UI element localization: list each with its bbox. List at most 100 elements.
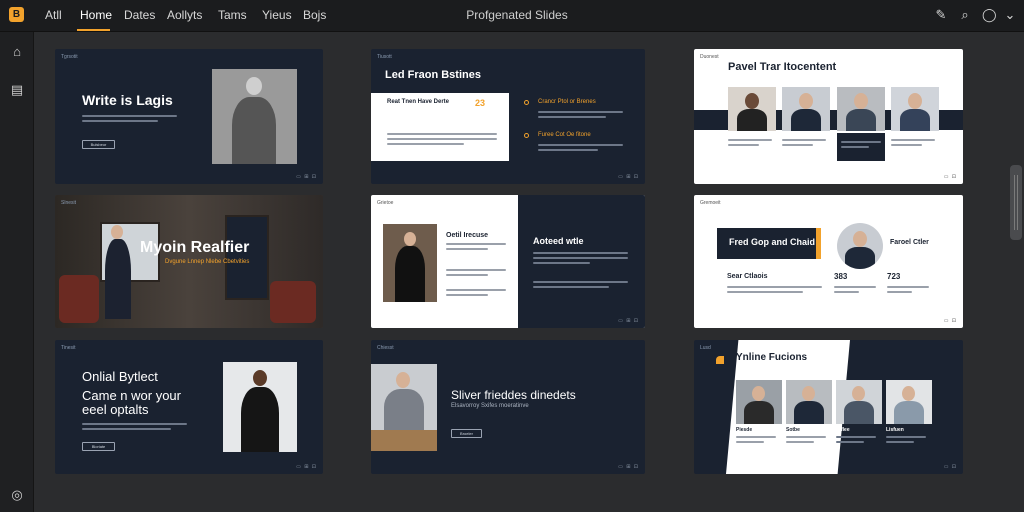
slide-card-7[interactable]: Tinesit Onlial Bytlect Came n wor your e…	[55, 340, 323, 474]
slide-title: Myoin Realfier	[140, 239, 250, 256]
panel-text	[533, 252, 628, 267]
presenter-photo	[371, 364, 437, 451]
search-icon[interactable]: ⌕	[958, 7, 972, 23]
slide-controls[interactable]: ▭ ⊡	[944, 464, 957, 470]
panel-text	[533, 281, 628, 291]
tab-all[interactable]: Atll	[45, 8, 62, 22]
team-photo-2	[786, 380, 832, 424]
slide-cta-button[interactable]: Bulsbeor	[82, 140, 115, 149]
slide-card-5[interactable]: Grietoe Oetil Irecuse Aoteed wtle ▭ ⊞ ⊡	[371, 195, 645, 328]
metric-value-2: 723	[887, 272, 901, 281]
panel-title: Reat Tnen Have Derte	[387, 99, 450, 105]
slide-body-text	[446, 243, 506, 253]
metric-text	[834, 286, 876, 296]
slide-card-3[interactable]: Duonest Pavel Trar Itocentent ▭ ⊡	[694, 49, 963, 184]
chair	[59, 275, 99, 323]
slide-tag: Chiesst	[377, 345, 394, 351]
slide-card-6[interactable]: Gremoeit Fred Gop and Chaid Faroel Ctler…	[694, 195, 963, 328]
slide-body-text	[446, 289, 506, 299]
slide-body-text	[82, 115, 177, 125]
team-photo-1	[736, 380, 782, 424]
edit-icon[interactable]: ✎	[934, 7, 948, 23]
folder-icon[interactable]: ▤	[9, 82, 25, 98]
member-text	[841, 141, 881, 151]
member-text	[891, 139, 935, 149]
slide-title: Led Fraon Bstines	[385, 69, 481, 81]
info-panel: Reat Tnen Have Derte 23	[371, 93, 509, 161]
tab-home[interactable]: Home	[80, 8, 112, 22]
title-banner: Fred Gop and Chaid	[717, 228, 821, 259]
member-label: Biflee	[836, 427, 850, 433]
slide-body-text	[446, 269, 506, 279]
slide-cta-button[interactable]: Bloriate	[82, 442, 115, 451]
slide-tag: Gremoeit	[700, 200, 721, 206]
team-photo-3	[836, 380, 882, 424]
top-bar: B Atll Home Dates Aollyts Tams Yieus Boj…	[0, 0, 1024, 32]
bullet-icon	[524, 133, 529, 138]
slide-title: Sliver frieddes dinedets	[451, 388, 576, 402]
panel-title: Aoteed wtle	[533, 236, 584, 246]
slide-tag: Tiusott	[377, 54, 392, 60]
slide-body-text	[727, 286, 822, 296]
metric-label: Sear Ctlaois	[727, 273, 768, 280]
slide-card-8[interactable]: Chiesst Sliver frieddes dinedets Elsavor…	[371, 340, 645, 474]
app-title: Profgenated Slides	[466, 8, 568, 22]
slide-card-4[interactable]: Myoin Realfier Dvgune Lnnep Nlebe Cbetvi…	[55, 195, 323, 328]
bullet-title: Furee Cot Oe fitone	[538, 132, 591, 138]
accent-mark	[716, 356, 724, 364]
member-text	[886, 436, 926, 446]
slide-controls[interactable]: ▭ ⊞ ⊡	[618, 464, 639, 470]
slide-controls[interactable]: ▭ ⊞ ⊡	[618, 318, 639, 324]
slide-cta-button[interactable]: Broeler	[451, 429, 482, 438]
member-text	[786, 436, 826, 446]
app-logo[interactable]: B	[9, 7, 24, 22]
slide-controls[interactable]: ▭ ⊞ ⊡	[296, 464, 317, 470]
member-label: Sotbe	[786, 427, 800, 433]
banner-title: Fred Gop and Chaid	[729, 237, 816, 247]
slide-title: Oetil Irecuse	[446, 232, 489, 239]
slide-title: Pavel Trar Itocentent	[728, 61, 837, 73]
settings-icon[interactable]: ◎	[9, 487, 25, 503]
slide-tag: Duonest	[700, 54, 719, 60]
sidebar: ⌂ ▤ ◎	[0, 32, 34, 512]
bullet-text	[538, 111, 623, 121]
slide-controls[interactable]: ▭ ⊞ ⊡	[618, 174, 639, 180]
metric-value-1: 383	[834, 272, 848, 281]
member-text	[836, 436, 876, 446]
slide-controls[interactable]: ▭ ⊞ ⊡	[296, 174, 317, 180]
tab-analytics[interactable]: Aollyts	[167, 8, 202, 22]
slide-card-2[interactable]: Tiusott Led Fraon Bstines Reat Tnen Have…	[371, 49, 645, 184]
chevron-down-icon[interactable]: ⌄	[1003, 7, 1017, 23]
member-label: Lisfuen	[886, 427, 904, 433]
slide-tag: Lusd	[700, 345, 711, 351]
scrollbar-grip	[1014, 175, 1018, 230]
presenter-photo	[212, 69, 297, 164]
metric-text	[887, 286, 929, 296]
chat-icon[interactable]: ◯	[982, 7, 997, 23]
door	[225, 215, 269, 300]
team-photo-3	[837, 87, 885, 131]
slide-controls[interactable]: ▭ ⊡	[944, 318, 957, 324]
slide-subtitle: Came n wor your eeel optalts	[82, 388, 181, 418]
slide-controls[interactable]: ▭ ⊡	[944, 174, 957, 180]
slide-tag: Tinesit	[61, 345, 76, 351]
slide-title: Onlial Bytlect	[82, 369, 158, 384]
presenter-figure	[103, 225, 133, 319]
tab-bojs[interactable]: Bojs	[303, 8, 326, 22]
slide-title: Ynline Fucions	[736, 352, 808, 363]
slides-icon[interactable]: ⌂	[9, 44, 25, 60]
slide-tag: Tgrsotit	[61, 54, 78, 60]
panel-number: 23	[475, 98, 486, 108]
tab-teams[interactable]: Tams	[218, 8, 247, 22]
slide-body-text	[82, 423, 187, 433]
panel-text	[387, 133, 497, 148]
member-text	[728, 139, 772, 149]
scrollbar-handle[interactable]	[1010, 165, 1022, 240]
slide-card-1[interactable]: Tgrsotit Write is Lagis Bulsbeor ▭ ⊞ ⊡	[55, 49, 323, 184]
slide-card-9[interactable]: Lusd Ynline Fucions Piesde Sotbe Biflee …	[694, 340, 963, 474]
bullet-text	[538, 144, 623, 154]
member-text	[736, 436, 776, 446]
tab-dates[interactable]: Dates	[124, 8, 155, 22]
team-photo-2	[782, 87, 830, 131]
tab-views[interactable]: Yieus	[262, 8, 292, 22]
